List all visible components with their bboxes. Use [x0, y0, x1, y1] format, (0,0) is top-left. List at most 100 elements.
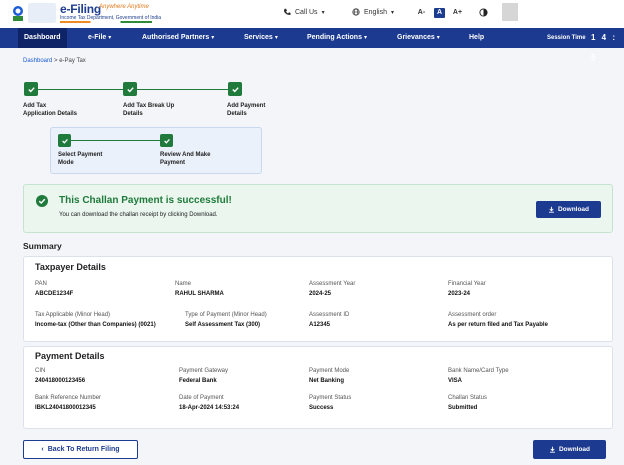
step-label-line: Details — [227, 111, 247, 117]
step-label-line: Add Payment — [227, 103, 266, 109]
payment-gateway-value: Federal Bank — [179, 378, 217, 384]
payment-status-label: Payment Status — [309, 395, 352, 401]
bank-reference-value: IBKL24041800012345 — [35, 405, 96, 411]
tax-applicable-label: Tax Applicable (Minor Head) — [35, 312, 111, 318]
payment-gateway-label: Payment Gateway — [179, 368, 229, 374]
language-label: English — [364, 8, 387, 16]
back-to-return-filing-button[interactable]: ‹ Back To Return Filing — [23, 440, 138, 459]
breadcrumb: Dashboard > e-Pay Tax — [23, 58, 86, 64]
name-label: Name — [175, 281, 192, 287]
check-icon — [231, 86, 239, 93]
nav-grievances-label: Grievances — [397, 34, 435, 41]
step-label: Add Tax Break Up Details — [123, 102, 174, 118]
breadcrumb-current: e-Pay Tax — [59, 58, 86, 64]
step-label: Review And Make Payment — [160, 151, 210, 167]
step-label-line: Mode — [58, 160, 74, 166]
profile-avatar[interactable] — [502, 3, 518, 21]
check-icon — [126, 86, 134, 93]
cin-label: CIN — [35, 368, 46, 374]
font-decrease-button[interactable]: A- — [416, 8, 427, 18]
footer-download-button[interactable]: Download — [533, 440, 606, 459]
download-label: Download — [557, 206, 590, 213]
nav-help[interactable]: Help — [469, 28, 484, 48]
assessment-year-value: 2024-25 — [309, 291, 332, 297]
logo-title[interactable]: e-Filing — [60, 2, 101, 16]
nav-services-label: Services — [244, 34, 273, 41]
nav-e-file[interactable]: e-File ▾ — [88, 28, 111, 48]
breadcrumb-dashboard[interactable]: Dashboard — [23, 58, 52, 64]
font-normal-button[interactable]: A — [434, 8, 445, 18]
payment-status-value: Success — [309, 405, 334, 411]
globe-icon — [352, 8, 360, 16]
step-complete-check — [58, 134, 71, 147]
nav-pending-actions-label: Pending Actions — [307, 34, 362, 41]
bank-reference-label: Bank Reference Number — [35, 395, 102, 401]
download-button[interactable]: Download — [536, 201, 601, 218]
font-increase-button[interactable]: A+ — [452, 8, 463, 18]
language-selector[interactable]: English ▾ — [352, 8, 394, 16]
check-icon — [27, 86, 35, 93]
main-navbar: Dashboard e-File ▾ Authorised Partners ▾ S… — [0, 28, 624, 62]
payment-date-label: Date of Payment — [179, 395, 224, 401]
success-title: This Challan Payment is successful! — [59, 195, 232, 206]
nav-pending-actions[interactable]: Pending Actions ▾ — [307, 28, 367, 48]
step-label-line: Application Details — [23, 111, 78, 117]
nav-authorised-partners-label: Authorised Partners — [142, 34, 210, 41]
step-label-line: Payment — [160, 160, 186, 166]
pan-value: ABCDE1234F — [35, 291, 74, 297]
chevron-left-icon: ‹ — [41, 446, 44, 453]
call-us-label: Call Us — [295, 8, 318, 16]
nav-authorised-partners[interactable]: Authorised Partners ▾ — [142, 28, 214, 48]
nav-grievances[interactable]: Grievances ▾ — [397, 28, 440, 48]
payment-details-title: Payment Details — [35, 351, 105, 361]
top-bar: e-Filing Anywhere Anytime Income Tax Dep… — [0, 0, 624, 28]
taxpayer-details-title: Taxpayer Details — [35, 262, 106, 272]
step-label-line: Select Payment — [58, 152, 103, 158]
bank-name-value: VISA — [448, 378, 463, 384]
footer-download-label: Download — [558, 446, 591, 453]
nav-dashboard[interactable]: Dashboard — [18, 28, 67, 48]
chevron-down-icon: ▾ — [274, 35, 278, 41]
success-check-icon — [36, 195, 48, 207]
name-value: RAHUL SHARMA — [175, 291, 224, 297]
step-connector — [137, 89, 228, 90]
logo-tagline: Anywhere Anytime — [99, 4, 149, 10]
step-complete-check — [228, 82, 242, 96]
assessment-order-label: Assessment order — [448, 312, 497, 318]
call-us-menu[interactable]: Call Us ▾ — [283, 8, 325, 16]
assessment-year-label: Assessment Year — [309, 281, 356, 287]
chevron-down-icon: ▾ — [363, 35, 367, 41]
step-label-line: Add Tax — [23, 103, 47, 109]
nav-services[interactable]: Services ▾ — [244, 28, 278, 48]
payment-details-card: Payment Details CIN 240418000123456 Paym… — [23, 346, 613, 429]
payment-mode-value: Net Banking — [309, 378, 345, 384]
step-label-line: Review And Make — [160, 152, 211, 158]
chevron-down-icon: ▾ — [108, 35, 112, 41]
payment-mode-label: Payment Mode — [309, 368, 350, 374]
step-complete-check — [24, 82, 38, 96]
download-icon — [550, 446, 555, 453]
payment-date-value: 18-Apr-2024 14:53:24 — [179, 405, 240, 411]
assessment-order-value: As per return filed and Tax Payable — [448, 322, 548, 328]
chevron-down-icon: ▾ — [390, 9, 394, 16]
payment-type-label: Type of Payment (Minor Head) — [185, 312, 267, 318]
step-label-line: Details — [123, 111, 143, 117]
phone-icon — [283, 8, 291, 15]
session-time-label: Session Time — [547, 35, 586, 41]
chevron-down-icon: ▾ — [436, 35, 440, 41]
check-icon — [163, 138, 170, 144]
assessment-id-label: Assessment ID — [309, 312, 350, 318]
emblem-icon — [13, 6, 23, 21]
payment-type-value: Self Assessment Tax (300) — [185, 322, 261, 328]
challan-status-label: Challan Status — [448, 395, 488, 401]
download-icon — [549, 206, 554, 213]
step-label-line: Add Tax Break Up — [123, 103, 175, 109]
step-label: Add Payment Details — [227, 102, 265, 118]
financial-year-value: 2023-24 — [448, 291, 471, 297]
step-complete-check — [123, 82, 137, 96]
logo-emblem-block[interactable] — [28, 3, 56, 23]
step-connector — [70, 140, 161, 141]
back-to-return-filing-label: Back To Return Filing — [47, 446, 120, 453]
contrast-icon[interactable] — [479, 8, 488, 17]
nav-e-file-label: e-File — [88, 34, 107, 41]
